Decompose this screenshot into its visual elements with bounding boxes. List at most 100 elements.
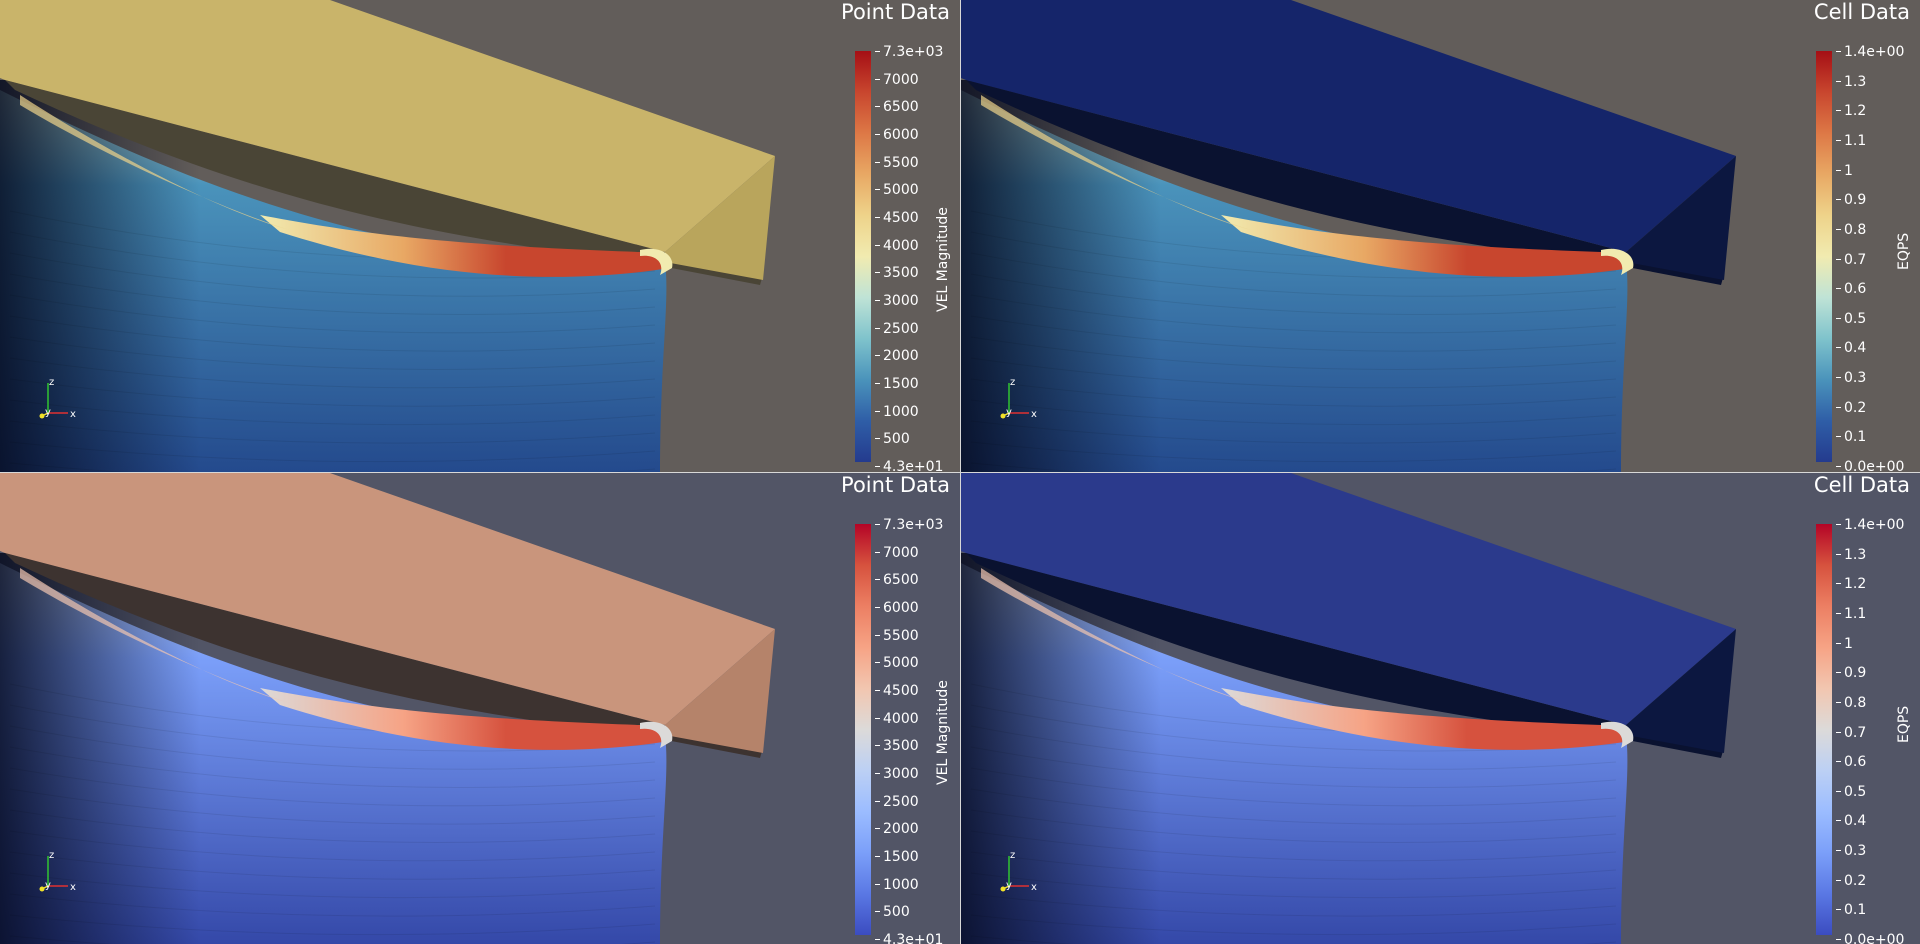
color-legend-tick: 7000 [875, 544, 919, 561]
color-legend-tick: 6500 [875, 572, 919, 589]
axis-y-label: y [45, 407, 51, 418]
color-legend-tick: 5500 [875, 154, 919, 171]
viewport-bottom-right[interactable]: Cell Data 1.4e+00 1.3 1.2 1.1 1 0.9 0.8 0.7 0.6 0… [961, 473, 1920, 944]
color-legend-tick: 0.0e+00 [1835, 459, 1905, 472]
color-legend-tick: 500 [875, 904, 910, 921]
axis-z-label: z [1010, 377, 1015, 388]
color-legend-bar [855, 51, 871, 462]
color-legend-tick: 0.2 [1835, 399, 1867, 416]
color-legend-tick: 7000 [875, 71, 919, 88]
color-legend-tick: 3000 [875, 766, 919, 782]
color-legend-tick: 0.6 [1835, 281, 1867, 298]
color-legend-tick: 0.1 [1835, 429, 1867, 446]
color-legend-tick: 0.4 [1835, 340, 1867, 357]
color-legend-tick: 500 [875, 431, 910, 448]
color-legend-bar [855, 524, 871, 935]
color-legend-tick: 1000 [875, 403, 919, 420]
color-legend-tick: 1500 [875, 376, 919, 392]
color-legend-tick: 1.4e+00 [1835, 44, 1905, 60]
color-legend-title: VEL Magnitude [935, 207, 951, 312]
render-scene [0, 473, 775, 944]
color-legend-tick: 1500 [875, 849, 919, 865]
color-legend-tick: 0.1 [1835, 902, 1867, 919]
color-legend-tick: 3500 [875, 738, 919, 755]
color-legend-tick: 0.4 [1835, 813, 1867, 830]
color-legend-tick: 0.3 [1835, 370, 1867, 387]
viewport-divider-horizontal[interactable] [0, 472, 1920, 473]
color-legend-tick: 4.3e+01 [874, 459, 944, 472]
color-legend-tick: 0.8 [1835, 694, 1867, 711]
color-legend-bar [1816, 51, 1832, 462]
render-scene [0, 0, 775, 472]
color-legend-tick: 2500 [875, 320, 919, 337]
color-legend-tick: 0.6 [1835, 754, 1867, 771]
axis-x-label: x [1031, 409, 1037, 420]
viewport-top-right[interactable]: Cell Data 1.4e+00 1.3 1.2 1.1 1 0.9 0.8 0.7 0.6 0… [961, 0, 1920, 472]
orientation-axes: x z y [1000, 377, 1037, 420]
color-legend-tick: 7.3e+03 [874, 44, 944, 60]
color-legend-tick: 0.2 [1835, 872, 1867, 889]
color-legend-tick: 1 [1836, 162, 1853, 179]
orientation-axes: x z y [39, 850, 76, 893]
color-legend-tick: 7.3e+03 [874, 517, 944, 533]
viewport-bottom-left[interactable]: Point Data 7.3e+03 7000 6500 6000 5500 5000 45… [0, 473, 960, 944]
render-scene [961, 0, 1736, 472]
color-legend-tick: 0.7 [1835, 724, 1867, 741]
axis-y-label: y [1006, 407, 1012, 418]
color-legend-tick: 2000 [875, 348, 919, 365]
color-legend-tick: 1.3 [1835, 73, 1867, 90]
color-legend-gradient [855, 51, 871, 462]
color-legend-tick: 1.2 [1835, 576, 1867, 593]
color-legend-title: EQPS [1896, 232, 1912, 270]
color-legend-tick: 2000 [875, 821, 919, 838]
color-legend-tick: 0.0e+00 [1835, 933, 1904, 944]
color-legend-tick: 1.1 [1835, 605, 1867, 622]
viewport-top-left[interactable]: Point Data 7.3e+03 7000 6500 6000 5500 5000 45… [0, 0, 960, 472]
color-legend-title: VEL Magnitude [935, 680, 951, 785]
color-legend-gradient [855, 524, 871, 935]
color-legend-tick: 2500 [875, 793, 919, 810]
color-legend-bar [1816, 524, 1832, 935]
color-legend-tick: 4.3e+01 [874, 933, 943, 944]
render-scene [961, 473, 1736, 944]
axis-origin [39, 413, 45, 419]
color-legend-tick: 1.4e+00 [1835, 517, 1905, 533]
color-legend-tick: 1.2 [1835, 103, 1867, 120]
color-legend-tick: 6000 [875, 127, 919, 143]
axis-origin [1000, 413, 1006, 419]
color-legend-tick: 4500 [875, 210, 919, 226]
color-legend-tick: 4000 [875, 710, 919, 727]
color-legend-tick: 4000 [875, 237, 919, 254]
color-legend-title: EQPS [1896, 705, 1912, 743]
color-legend-tick: 1.1 [1835, 132, 1867, 149]
axis-origin [1000, 886, 1006, 892]
color-legend-tick: 0.7 [1835, 251, 1867, 268]
color-legend-gradient [1816, 524, 1832, 935]
color-legend-tick: 1.3 [1835, 546, 1867, 563]
axis-z-label: z [1010, 850, 1015, 861]
color-legend-tick: 0.5 [1835, 783, 1867, 800]
color-legend-tick: 3000 [875, 293, 919, 309]
color-legend-tick: 5000 [875, 182, 919, 199]
axis-y-label: y [1006, 880, 1012, 891]
color-legend-tick: 5500 [875, 627, 919, 644]
orientation-axes: x z y [1000, 850, 1037, 893]
color-legend-tick: 6500 [875, 99, 919, 116]
axis-z-label: z [49, 850, 54, 861]
color-legend-tick: 4500 [875, 683, 919, 699]
axis-x-label: x [70, 882, 76, 893]
axis-y-label: y [45, 880, 51, 891]
axis-x-label: x [1031, 882, 1037, 893]
color-legend-tick: 3500 [875, 265, 919, 282]
color-legend-tick: 0.5 [1835, 310, 1867, 327]
color-legend-tick: 0.3 [1835, 843, 1867, 860]
color-legend-tick: 0.9 [1835, 665, 1867, 682]
color-legend-tick: 0.8 [1835, 221, 1867, 238]
color-legend-tick: 5000 [875, 655, 919, 672]
axis-z-label: z [49, 377, 54, 388]
color-legend-tick: 6000 [875, 600, 919, 616]
axis-x-label: x [70, 409, 76, 420]
color-legend-tick: 0.9 [1835, 192, 1867, 209]
orientation-axes: x z y [39, 377, 76, 420]
axis-origin [39, 886, 45, 892]
